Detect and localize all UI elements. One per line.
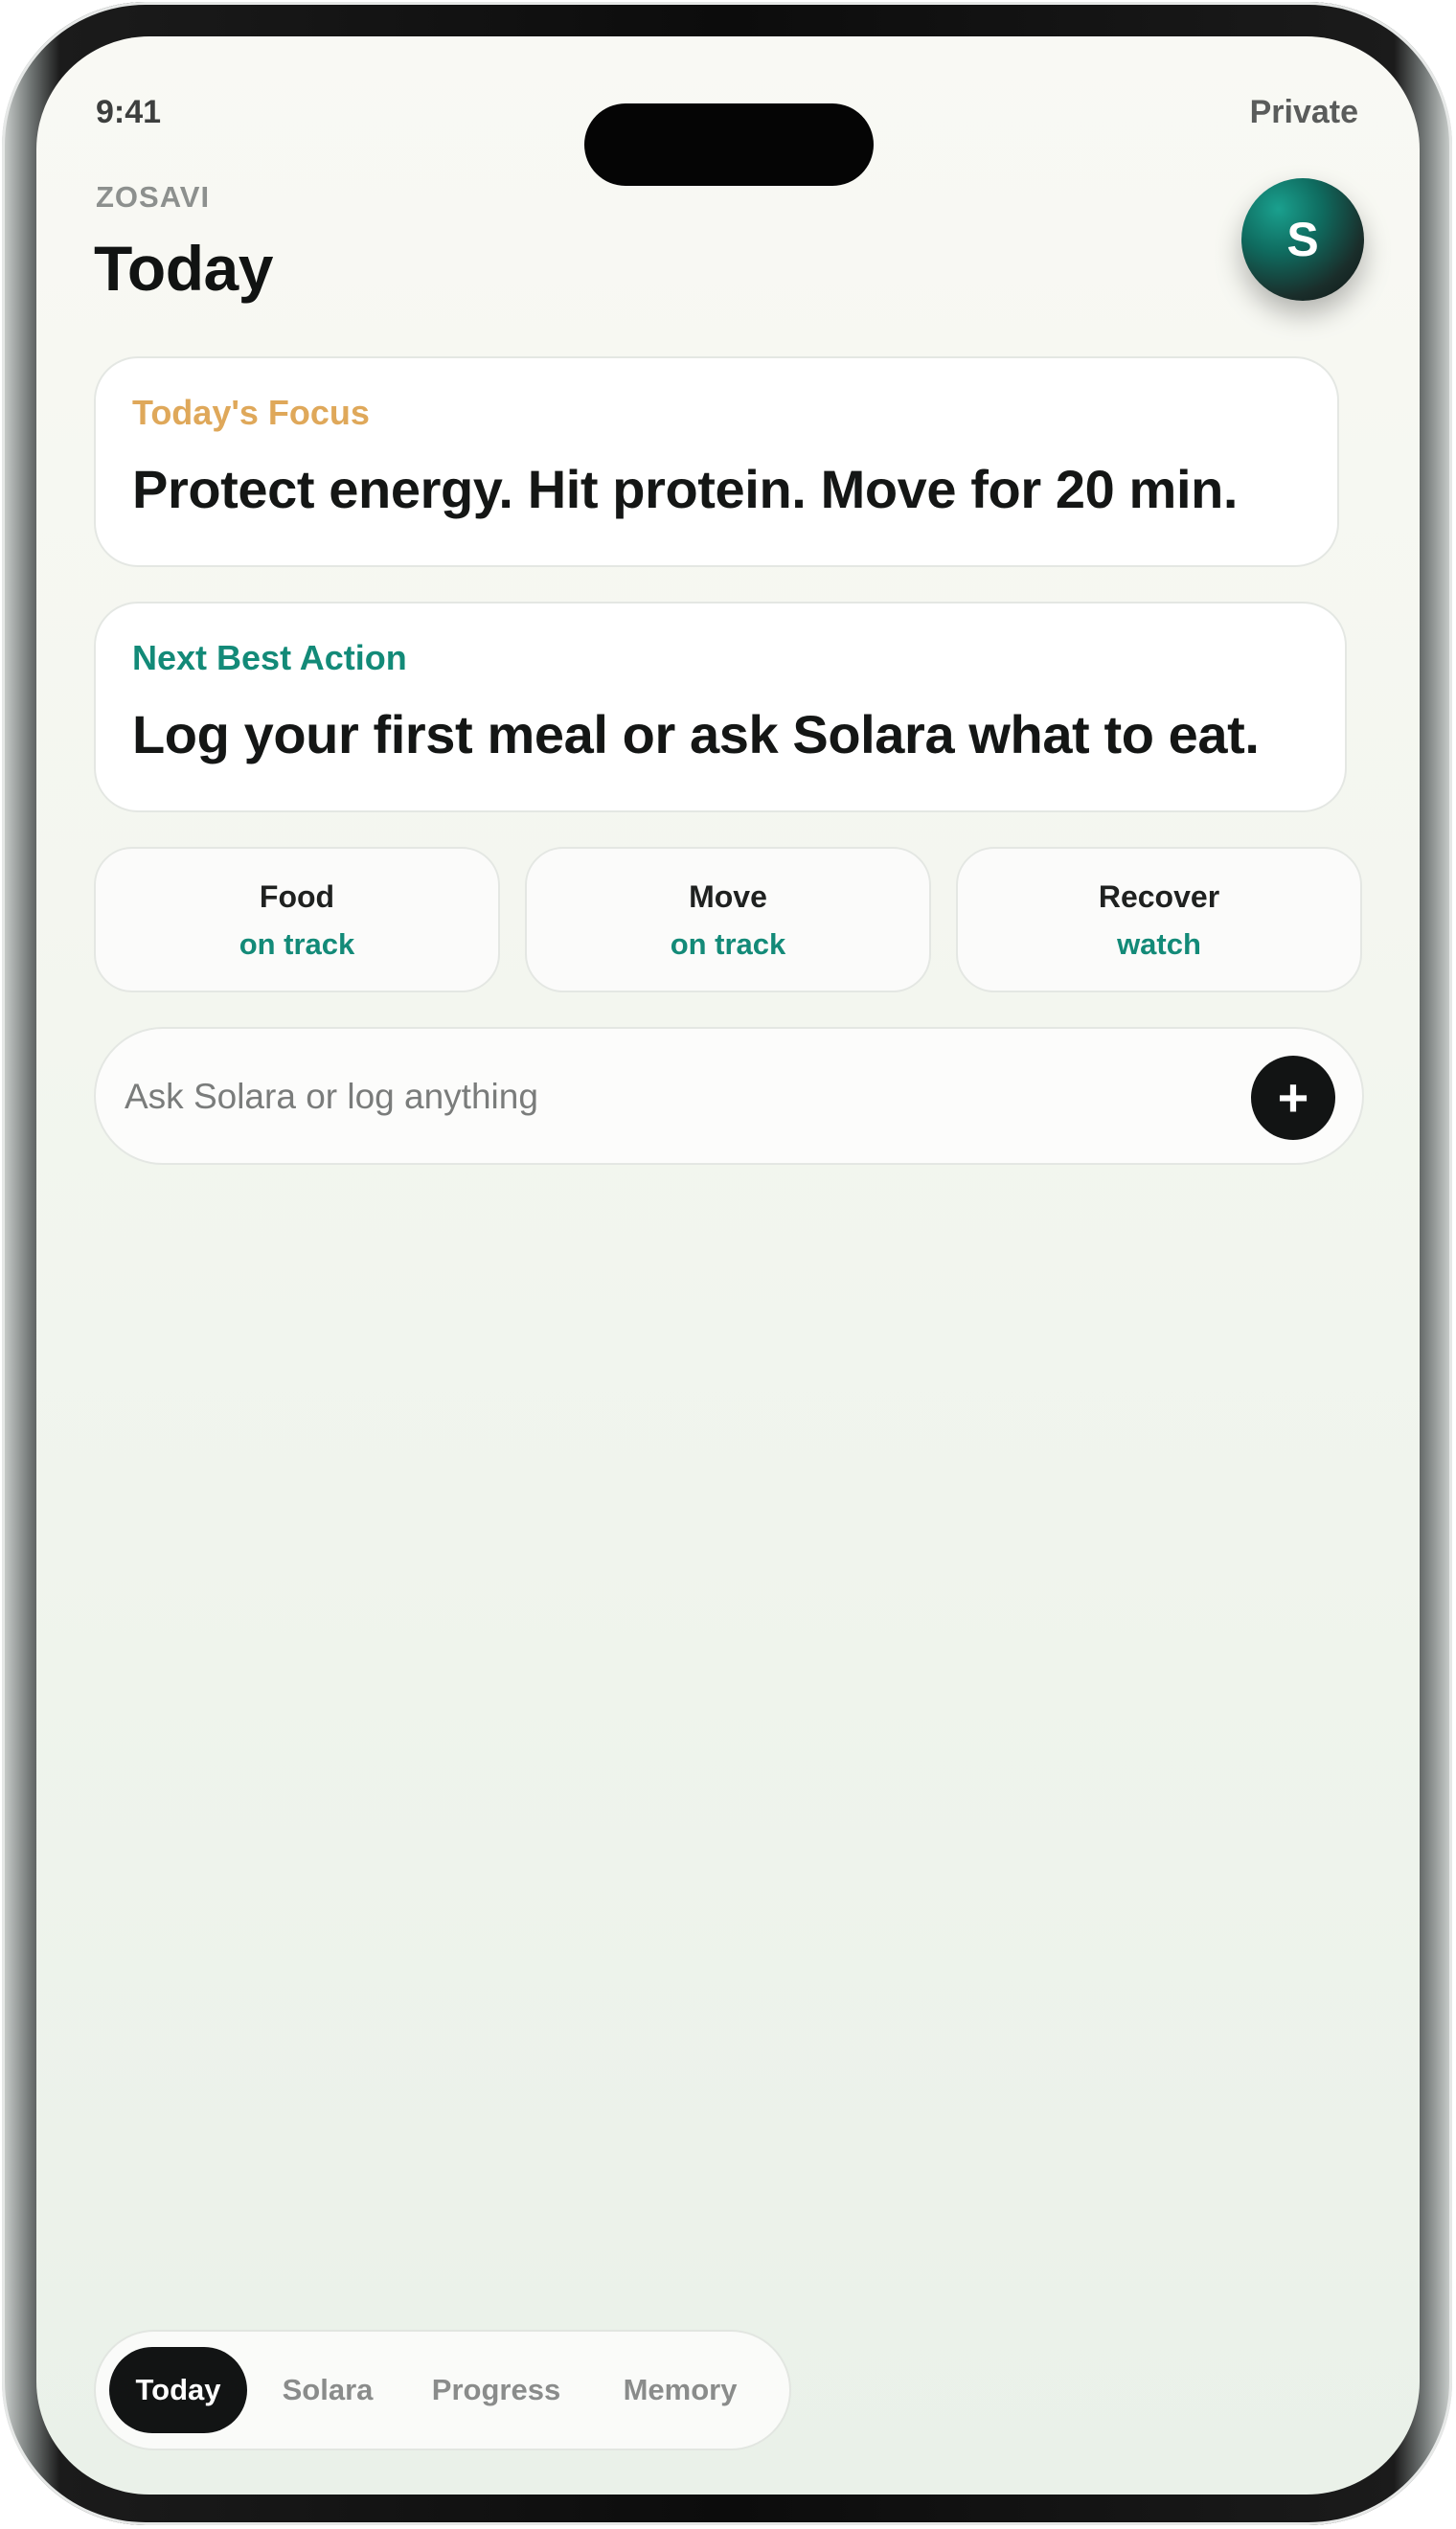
tab-bar: Today Solara Progress Memory [94, 2330, 791, 2450]
stat-title: Food [259, 879, 335, 914]
next-action-card[interactable]: Next Best Action Log your first meal or … [94, 602, 1347, 812]
brand-label: ZOSAVI [96, 180, 211, 214]
tab-today[interactable]: Today [109, 2347, 247, 2433]
focus-card-label: Today's Focus [132, 393, 370, 432]
stat-status: watch [1117, 927, 1201, 961]
stat-card-food[interactable]: Food on track [94, 847, 500, 992]
tab-progress[interactable]: Progress [416, 2347, 577, 2433]
ask-bar: + [94, 1027, 1364, 1165]
stat-status: on track [239, 927, 355, 961]
tab-memory[interactable]: Memory [598, 2347, 762, 2433]
page-title: Today [94, 233, 273, 304]
tab-solara[interactable]: Solara [261, 2347, 395, 2433]
stat-card-move[interactable]: Move on track [525, 847, 931, 992]
focus-card[interactable]: Today's Focus Protect energy. Hit protei… [94, 356, 1339, 567]
add-button[interactable]: + [1251, 1056, 1335, 1140]
avatar-initial: S [1286, 213, 1319, 266]
plus-icon: + [1277, 1067, 1309, 1128]
stat-status: on track [670, 927, 786, 961]
app-screen: 9:41 Private ZOSAVI Today S Today's Focu… [36, 36, 1420, 2495]
next-action-label: Next Best Action [132, 638, 407, 677]
privacy-indicator: Private [1249, 94, 1358, 130]
focus-card-text: Protect energy. Hit protein. Move for 20… [132, 459, 1239, 519]
avatar-button[interactable]: S [1241, 178, 1364, 301]
stat-title: Move [689, 879, 767, 914]
next-action-text: Log your first meal or ask Solara what t… [132, 704, 1260, 764]
phone-frame: 9:41 Private ZOSAVI Today S Today's Focu… [2, 2, 1452, 2525]
stat-title: Recover [1098, 879, 1220, 914]
dynamic-island [584, 103, 874, 186]
stat-card-recover[interactable]: Recover watch [956, 847, 1362, 992]
status-time: 9:41 [96, 94, 162, 130]
ask-input[interactable] [123, 1061, 1180, 1132]
